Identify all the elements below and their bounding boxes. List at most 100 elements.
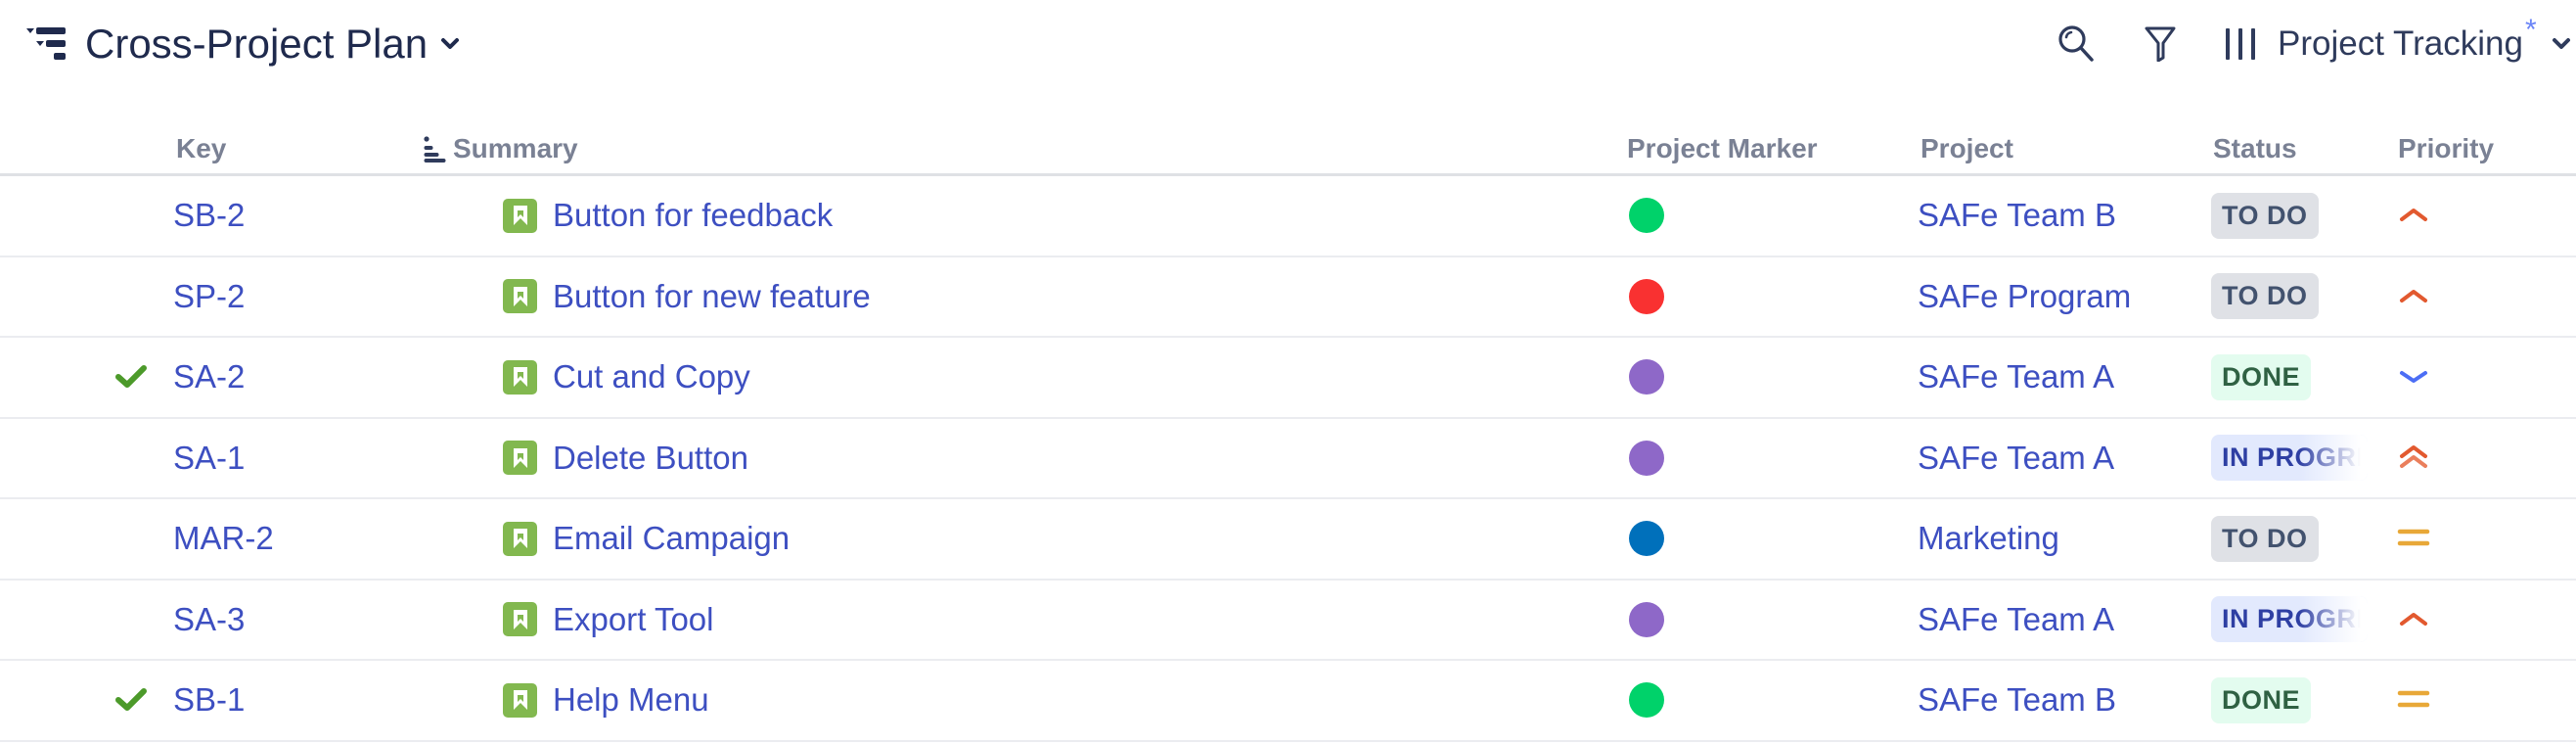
issue-summary-link[interactable]: Help Menu <box>503 661 709 739</box>
project-marker-dot <box>1629 278 1664 314</box>
table-row[interactable]: SP-2 Button for new feature SAFe Program TO… <box>0 257 2576 338</box>
story-icon <box>503 602 537 636</box>
table-header: Key Summary Project Marker Project Statu… <box>0 127 2576 176</box>
resolution-cell <box>114 257 148 336</box>
issue-key-link[interactable]: SB-1 <box>173 661 245 739</box>
status-badge: DONE <box>2211 353 2312 400</box>
table-row[interactable]: SB-2 Button for feedback SAFe Team B TO DO <box>0 176 2576 257</box>
table-row[interactable]: SA-1 Delete Button SAFe Team A IN PROGRESS <box>0 419 2576 499</box>
column-header-status[interactable]: Status <box>2213 133 2297 164</box>
story-icon <box>503 682 537 718</box>
resolution-cell <box>114 176 148 255</box>
priority-cell <box>2397 661 2430 739</box>
priority-cell <box>2397 581 2430 659</box>
table-body: SB-2 Button for feedback SAFe Team B TO DO S… <box>0 176 2576 742</box>
priority-medium-icon <box>2397 522 2430 555</box>
issues-table: Key Summary Project Marker Project Statu… <box>0 127 2576 742</box>
priority-low-icon <box>2397 360 2430 394</box>
status-badge: TO DO <box>2211 515 2319 562</box>
priority-high-icon <box>2397 603 2430 636</box>
project-marker-cell <box>1629 338 1664 416</box>
issue-summary-link[interactable]: Cut and Copy <box>503 338 750 416</box>
project-marker-dot <box>1629 682 1664 718</box>
issue-summary-link[interactable]: Email Campaign <box>503 499 790 578</box>
hierarchy-sort-icon <box>424 136 446 163</box>
table-row[interactable]: SA-2 Cut and Copy SAFe Team A DONE <box>0 338 2576 419</box>
issue-key-link[interactable]: MAR-2 <box>173 499 274 578</box>
status-cell[interactable]: DONE <box>2211 338 2312 416</box>
resolution-cell <box>114 338 148 416</box>
view-name: Project Tracking <box>2278 24 2523 63</box>
hierarchy-list-icon <box>26 27 68 61</box>
resolution-cell <box>114 581 148 659</box>
checkmark-icon <box>115 365 147 388</box>
status-badge: TO DO <box>2211 192 2319 239</box>
plan-title-dropdown[interactable]: Cross-Project Plan <box>85 14 461 74</box>
project-link[interactable]: SAFe Team A <box>1918 338 2114 416</box>
project-marker-cell <box>1629 661 1664 739</box>
project-marker-dot <box>1629 601 1664 637</box>
project-marker-dot <box>1629 198 1664 233</box>
project-marker-cell <box>1629 499 1664 578</box>
issue-summary-link[interactable]: Button for feedback <box>503 176 833 255</box>
issue-key-link[interactable]: SA-3 <box>173 581 245 659</box>
view-selector[interactable]: Project Tracking * <box>2223 14 2572 74</box>
search-button[interactable] <box>2056 23 2096 63</box>
issue-summary-link[interactable]: Export Tool <box>503 581 713 659</box>
status-badge: DONE <box>2211 676 2312 723</box>
chevron-down-icon <box>441 38 460 49</box>
filter-icon <box>2145 26 2176 62</box>
issue-key-link[interactable]: SA-2 <box>173 338 245 416</box>
table-row[interactable]: SA-3 Export Tool SAFe Team A IN PROGRESS <box>0 581 2576 661</box>
project-link[interactable]: SAFe Program <box>1918 257 2131 336</box>
issue-summary-link[interactable]: Delete Button <box>503 419 748 497</box>
status-cell[interactable]: IN PROGRESS <box>2211 581 2368 659</box>
priority-high-icon <box>2397 280 2430 313</box>
priority-high-icon <box>2397 199 2430 232</box>
resolution-cell <box>114 419 148 497</box>
resolution-cell <box>114 661 148 739</box>
status-cell[interactable]: TO DO <box>2211 176 2319 255</box>
priority-cell <box>2397 499 2430 578</box>
status-cell[interactable]: TO DO <box>2211 499 2319 578</box>
priority-cell <box>2397 176 2430 255</box>
project-link[interactable]: SAFe Team B <box>1918 661 2116 739</box>
project-marker-cell <box>1629 581 1664 659</box>
project-link[interactable]: SAFe Team A <box>1918 419 2114 497</box>
project-link[interactable]: Marketing <box>1918 499 2059 578</box>
chevron-down-icon <box>2552 38 2570 49</box>
top-bar: Cross-Project Plan Project Tracking * <box>0 0 2576 98</box>
story-icon <box>503 279 537 313</box>
resolution-cell <box>114 499 148 578</box>
column-header-key[interactable]: Key <box>176 133 226 164</box>
column-header-project[interactable]: Project <box>1921 133 2013 164</box>
story-icon <box>503 521 537 556</box>
issue-key-link[interactable]: SB-2 <box>173 176 245 255</box>
story-icon <box>503 359 537 395</box>
story-icon <box>503 198 537 233</box>
status-cell[interactable]: IN PROGRESS <box>2211 419 2368 497</box>
priority-cell <box>2397 338 2430 416</box>
status-badge: IN PROGRESS <box>2211 435 2368 481</box>
columns-icon <box>2226 28 2255 60</box>
filter-button[interactable] <box>2141 23 2180 63</box>
project-link[interactable]: SAFe Team B <box>1918 176 2116 255</box>
priority-medium-icon <box>2397 683 2430 717</box>
project-marker-cell <box>1629 176 1664 255</box>
project-marker-dot <box>1629 359 1664 395</box>
column-header-project-marker[interactable]: Project Marker <box>1627 133 1818 164</box>
issue-key-link[interactable]: SA-1 <box>173 419 245 497</box>
issue-key-link[interactable]: SP-2 <box>173 257 245 336</box>
priority-cell <box>2397 257 2430 336</box>
column-header-priority[interactable]: Priority <box>2398 133 2494 164</box>
project-marker-cell <box>1629 419 1664 497</box>
table-row[interactable]: SB-1 Help Menu SAFe Team B DONE <box>0 661 2576 742</box>
unsaved-changes-marker: * <box>2524 14 2537 46</box>
status-cell[interactable]: DONE <box>2211 661 2312 739</box>
checkmark-icon <box>115 688 147 711</box>
project-link[interactable]: SAFe Team A <box>1918 581 2114 659</box>
issue-summary-link[interactable]: Button for new feature <box>503 257 871 336</box>
status-cell[interactable]: TO DO <box>2211 257 2319 336</box>
table-row[interactable]: MAR-2 Email Campaign Marketing TO DO <box>0 499 2576 581</box>
column-header-summary[interactable]: Summary <box>424 133 578 164</box>
